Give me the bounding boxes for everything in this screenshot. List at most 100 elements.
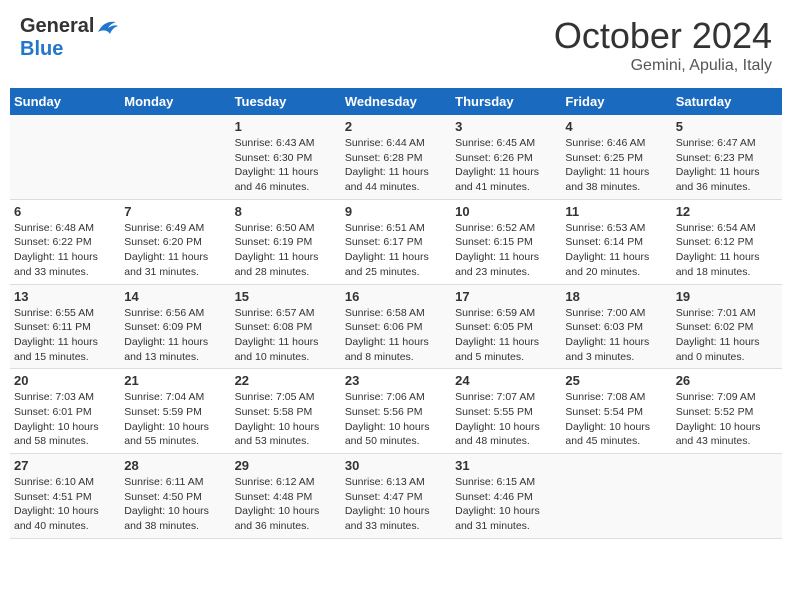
- calendar-cell: 28 Sunrise: 6:11 AM Sunset: 4:50 PM Dayli…: [120, 454, 230, 539]
- day-number: 7: [124, 204, 226, 219]
- calendar-cell: 17 Sunrise: 6:59 AM Sunset: 6:05 PM Dayli…: [451, 284, 561, 369]
- cell-content: Sunrise: 6:58 AM Sunset: 6:06 PM Dayligh…: [345, 306, 447, 365]
- cell-content: Sunrise: 6:15 AM Sunset: 4:46 PM Dayligh…: [455, 475, 557, 534]
- day-number: 31: [455, 458, 557, 473]
- cell-content: Sunrise: 6:57 AM Sunset: 6:08 PM Dayligh…: [235, 306, 337, 365]
- week-row-3: 13 Sunrise: 6:55 AM Sunset: 6:11 PM Dayli…: [10, 284, 782, 369]
- cell-content: Sunrise: 6:51 AM Sunset: 6:17 PM Dayligh…: [345, 221, 447, 280]
- col-header-monday: Monday: [120, 88, 230, 115]
- day-number: 6: [14, 204, 116, 219]
- day-number: 21: [124, 373, 226, 388]
- cell-content: Sunrise: 6:56 AM Sunset: 6:09 PM Dayligh…: [124, 306, 226, 365]
- day-number: 5: [676, 119, 778, 134]
- cell-content: Sunrise: 7:01 AM Sunset: 6:02 PM Dayligh…: [676, 306, 778, 365]
- day-number: 2: [345, 119, 447, 134]
- calendar-cell: 5 Sunrise: 6:47 AM Sunset: 6:23 PM Daylig…: [672, 115, 782, 199]
- calendar-cell: 9 Sunrise: 6:51 AM Sunset: 6:17 PM Daylig…: [341, 199, 451, 284]
- calendar-header-row: SundayMondayTuesdayWednesdayThursdayFrid…: [10, 88, 782, 115]
- cell-content: Sunrise: 7:03 AM Sunset: 6:01 PM Dayligh…: [14, 390, 116, 449]
- calendar-cell: 24Sunrise: 7:07 AM Sunset: 5:55 PM Dayli…: [451, 369, 561, 454]
- calendar-cell: 15 Sunrise: 6:57 AM Sunset: 6:08 PM Dayli…: [231, 284, 341, 369]
- cell-content: Sunrise: 6:54 AM Sunset: 6:12 PM Dayligh…: [676, 221, 778, 280]
- page-header: General Blue October 2024 Gemini, Apulia…: [10, 10, 782, 80]
- calendar-table: SundayMondayTuesdayWednesdayThursdayFrid…: [10, 88, 782, 539]
- cell-content: Sunrise: 7:05 AM Sunset: 5:58 PM Dayligh…: [235, 390, 337, 449]
- day-number: 12: [676, 204, 778, 219]
- day-number: 14: [124, 289, 226, 304]
- cell-content: Sunrise: 6:45 AM Sunset: 6:26 PM Dayligh…: [455, 136, 557, 195]
- calendar-cell: [672, 454, 782, 539]
- calendar-cell: 8 Sunrise: 6:50 AM Sunset: 6:19 PM Daylig…: [231, 199, 341, 284]
- cell-content: Sunrise: 7:06 AM Sunset: 5:56 PM Dayligh…: [345, 390, 447, 449]
- col-header-thursday: Thursday: [451, 88, 561, 115]
- calendar-cell: 22Sunrise: 7:05 AM Sunset: 5:58 PM Dayli…: [231, 369, 341, 454]
- cell-content: Sunrise: 6:53 AM Sunset: 6:14 PM Dayligh…: [565, 221, 667, 280]
- month-title: October 2024: [554, 15, 772, 57]
- day-number: 18: [565, 289, 667, 304]
- cell-content: Sunrise: 7:09 AM Sunset: 5:52 PM Dayligh…: [676, 390, 778, 449]
- calendar-cell: 19 Sunrise: 7:01 AM Sunset: 6:02 PM Dayli…: [672, 284, 782, 369]
- calendar-cell: 25Sunrise: 7:08 AM Sunset: 5:54 PM Dayli…: [561, 369, 671, 454]
- calendar-cell: 7 Sunrise: 6:49 AM Sunset: 6:20 PM Daylig…: [120, 199, 230, 284]
- week-row-5: 27Sunrise: 6:10 AM Sunset: 4:51 PM Dayli…: [10, 454, 782, 539]
- day-number: 9: [345, 204, 447, 219]
- calendar-cell: 13 Sunrise: 6:55 AM Sunset: 6:11 PM Dayli…: [10, 284, 120, 369]
- calendar-cell: 27Sunrise: 6:10 AM Sunset: 4:51 PM Dayli…: [10, 454, 120, 539]
- cell-content: Sunrise: 7:08 AM Sunset: 5:54 PM Dayligh…: [565, 390, 667, 449]
- day-number: 30: [345, 458, 447, 473]
- day-number: 1: [235, 119, 337, 134]
- week-row-4: 20 Sunrise: 7:03 AM Sunset: 6:01 PM Dayli…: [10, 369, 782, 454]
- cell-content: Sunrise: 6:52 AM Sunset: 6:15 PM Dayligh…: [455, 221, 557, 280]
- cell-content: Sunrise: 6:12 AM Sunset: 4:48 PM Dayligh…: [235, 475, 337, 534]
- day-number: 16: [345, 289, 447, 304]
- day-number: 26: [676, 373, 778, 388]
- day-number: 3: [455, 119, 557, 134]
- cell-content: Sunrise: 6:43 AM Sunset: 6:30 PM Dayligh…: [235, 136, 337, 195]
- calendar-cell: 1 Sunrise: 6:43 AM Sunset: 6:30 PM Daylig…: [231, 115, 341, 199]
- cell-content: Sunrise: 6:50 AM Sunset: 6:19 PM Dayligh…: [235, 221, 337, 280]
- logo-general: General: [20, 15, 94, 38]
- day-number: 11: [565, 204, 667, 219]
- calendar-cell: 11 Sunrise: 6:53 AM Sunset: 6:14 PM Dayli…: [561, 199, 671, 284]
- logo-icon: [96, 18, 118, 36]
- cell-content: Sunrise: 6:44 AM Sunset: 6:28 PM Dayligh…: [345, 136, 447, 195]
- calendar-cell: 20 Sunrise: 7:03 AM Sunset: 6:01 PM Dayli…: [10, 369, 120, 454]
- cell-content: Sunrise: 7:07 AM Sunset: 5:55 PM Dayligh…: [455, 390, 557, 449]
- calendar-cell: 2 Sunrise: 6:44 AM Sunset: 6:28 PM Daylig…: [341, 115, 451, 199]
- logo: General Blue: [20, 15, 118, 61]
- col-header-sunday: Sunday: [10, 88, 120, 115]
- cell-content: Sunrise: 6:55 AM Sunset: 6:11 PM Dayligh…: [14, 306, 116, 365]
- title-block: October 2024 Gemini, Apulia, Italy: [554, 15, 772, 75]
- calendar-cell: 21Sunrise: 7:04 AM Sunset: 5:59 PM Dayli…: [120, 369, 230, 454]
- cell-content: Sunrise: 6:13 AM Sunset: 4:47 PM Dayligh…: [345, 475, 447, 534]
- day-number: 27: [14, 458, 116, 473]
- location-subtitle: Gemini, Apulia, Italy: [554, 57, 772, 75]
- day-number: 13: [14, 289, 116, 304]
- calendar-cell: 16 Sunrise: 6:58 AM Sunset: 6:06 PM Dayli…: [341, 284, 451, 369]
- cell-content: Sunrise: 6:47 AM Sunset: 6:23 PM Dayligh…: [676, 136, 778, 195]
- calendar-cell: 30 Sunrise: 6:13 AM Sunset: 4:47 PM Dayli…: [341, 454, 451, 539]
- calendar-cell: 18 Sunrise: 7:00 AM Sunset: 6:03 PM Dayli…: [561, 284, 671, 369]
- day-number: 15: [235, 289, 337, 304]
- day-number: 17: [455, 289, 557, 304]
- week-row-1: 1 Sunrise: 6:43 AM Sunset: 6:30 PM Daylig…: [10, 115, 782, 199]
- day-number: 19: [676, 289, 778, 304]
- cell-content: Sunrise: 6:11 AM Sunset: 4:50 PM Dayligh…: [124, 475, 226, 534]
- calendar-cell: 12 Sunrise: 6:54 AM Sunset: 6:12 PM Dayli…: [672, 199, 782, 284]
- calendar-cell: 23Sunrise: 7:06 AM Sunset: 5:56 PM Dayli…: [341, 369, 451, 454]
- calendar-cell: 29Sunrise: 6:12 AM Sunset: 4:48 PM Dayli…: [231, 454, 341, 539]
- calendar-cell: [561, 454, 671, 539]
- day-number: 8: [235, 204, 337, 219]
- day-number: 28: [124, 458, 226, 473]
- week-row-2: 6Sunrise: 6:48 AM Sunset: 6:22 PM Daylig…: [10, 199, 782, 284]
- cell-content: Sunrise: 6:46 AM Sunset: 6:25 PM Dayligh…: [565, 136, 667, 195]
- cell-content: Sunrise: 6:59 AM Sunset: 6:05 PM Dayligh…: [455, 306, 557, 365]
- col-header-friday: Friday: [561, 88, 671, 115]
- day-number: 10: [455, 204, 557, 219]
- logo-blue: Blue: [20, 38, 63, 60]
- cell-content: Sunrise: 6:49 AM Sunset: 6:20 PM Dayligh…: [124, 221, 226, 280]
- cell-content: Sunrise: 7:00 AM Sunset: 6:03 PM Dayligh…: [565, 306, 667, 365]
- calendar-cell: 4Sunrise: 6:46 AM Sunset: 6:25 PM Daylig…: [561, 115, 671, 199]
- calendar-cell: 31 Sunrise: 6:15 AM Sunset: 4:46 PM Dayli…: [451, 454, 561, 539]
- day-number: 20: [14, 373, 116, 388]
